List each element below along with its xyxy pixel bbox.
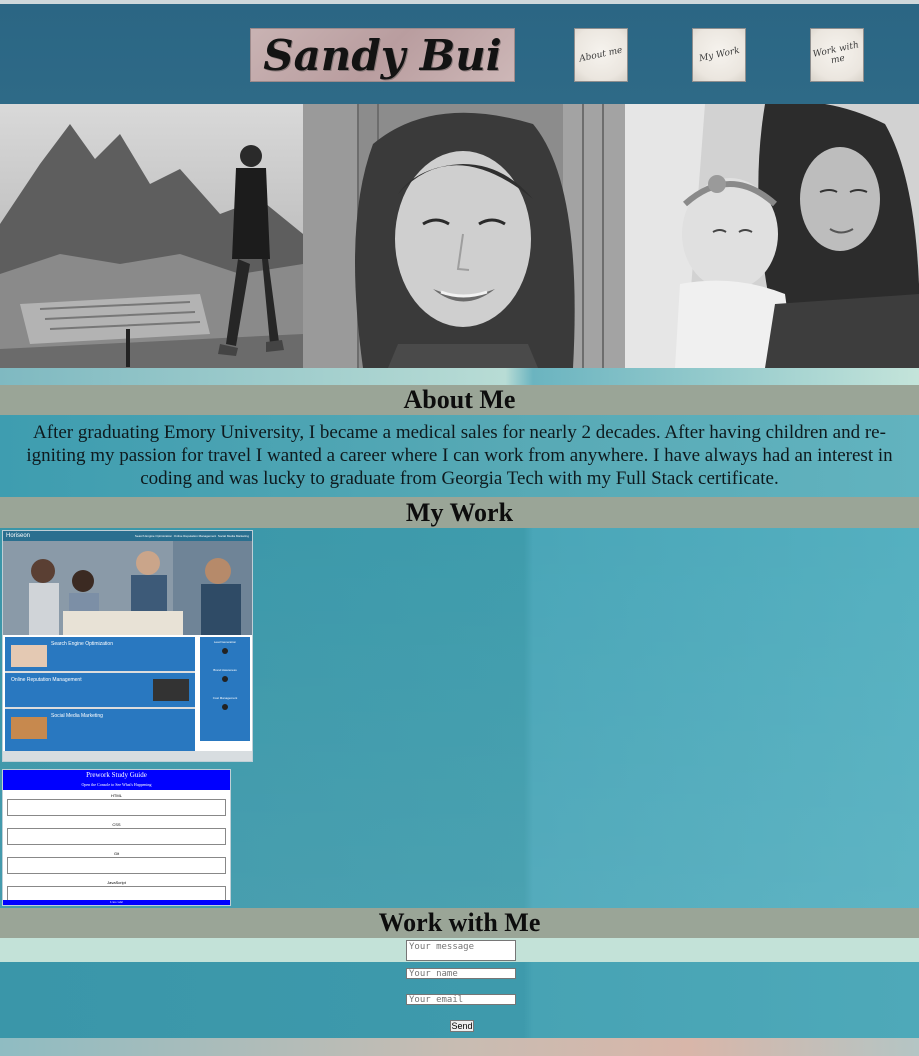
thumb-section-title: Online Reputation Management — [11, 677, 82, 683]
thumb-section: Social Media Marketing — [5, 709, 195, 743]
site-logo[interactable]: Sandy Bui — [250, 28, 515, 82]
thumb-content: Search Engine Optimization Online Reputa… — [5, 637, 195, 759]
about-me-heading: About Me — [0, 385, 919, 415]
hero-photo-family — [625, 104, 919, 368]
nav-about-me-button[interactable]: About me — [574, 28, 628, 82]
thumb-aside: Lead Generation Brand Awareness Cost Man… — [200, 637, 250, 741]
thumb-aside-item: Lead Generation — [213, 640, 237, 644]
project-study-guide-thumbnail[interactable]: Prework Study Guide Open the Console to … — [2, 769, 231, 906]
send-button[interactable]: Send — [450, 1020, 474, 1032]
nav-work-with-me-button[interactable]: Work with me — [810, 28, 864, 82]
thumb-topic-title: JavaScript — [107, 880, 126, 885]
about-me-paragraph: After graduating Emory University, I bec… — [26, 422, 893, 489]
thumb-topic-title: CSS — [112, 822, 121, 827]
nav-my-work-button[interactable]: My Work — [692, 28, 746, 82]
decorative-band — [0, 368, 919, 385]
hero-photo-collage — [0, 104, 919, 368]
thumb-guide-header: Prework Study Guide Open the Console to … — [3, 770, 230, 790]
thumb-hero-image — [3, 541, 252, 635]
logo-text: Sandy Bui — [263, 30, 502, 80]
my-work-section: Horiseon Search Engine Optimization Onli… — [0, 528, 919, 908]
thumb-guide-footer: I can code! — [3, 900, 230, 905]
email-input[interactable] — [406, 994, 516, 1005]
about-me-section: After graduating Emory University, I bec… — [0, 415, 919, 497]
thumb-section: Search Engine Optimization — [5, 637, 195, 673]
footer-band — [0, 1038, 919, 1056]
work-with-me-heading: Work with Me — [0, 908, 919, 938]
thumb-nav-item: Social Media Marketing — [217, 534, 249, 538]
name-input[interactable] — [406, 968, 516, 979]
nav-work-with-me-label: Work with me — [812, 40, 860, 67]
thumb-section-title: Search Engine Optimization — [51, 641, 113, 647]
project-horiseon-thumbnail[interactable]: Horiseon Search Engine Optimization Onli… — [2, 530, 253, 762]
hero-photo-portrait — [303, 104, 625, 368]
site-header: Sandy Bui About me My Work Work with me — [0, 4, 919, 104]
thumb-guide-topics: HTML CSS Git JavaScript — [3, 790, 230, 903]
thumb-section: Online Reputation Management — [5, 673, 195, 709]
thumb-guide-subtitle: Open the Console to See What's Happening — [81, 782, 152, 787]
thumb-aside-item: Brand Awareness — [213, 668, 237, 672]
thumb-header: Horiseon Search Engine Optimization Onli… — [3, 531, 252, 541]
hero-photo-mountain — [0, 104, 303, 368]
thumb-nav: Search Engine Optimization Online Reputa… — [135, 531, 249, 541]
nav-my-work-label: My Work — [697, 45, 741, 65]
thumb-brand: Horiseon — [6, 533, 31, 539]
thumb-section-title: Social Media Marketing — [51, 713, 103, 719]
thumb-nav-item: Online Reputation Management — [173, 534, 217, 538]
thumb-nav-item: Search Engine Optimization — [134, 534, 173, 538]
thumb-topic-title: Git — [113, 851, 120, 856]
thumb-topic-title: HTML — [111, 793, 122, 798]
my-work-heading: My Work — [0, 497, 919, 528]
message-textarea[interactable] — [406, 940, 516, 961]
nav-about-me-label: About me — [578, 45, 624, 65]
thumb-guide-title: Prework Study Guide — [86, 771, 147, 779]
thumb-aside-item: Cost Management — [212, 696, 238, 700]
